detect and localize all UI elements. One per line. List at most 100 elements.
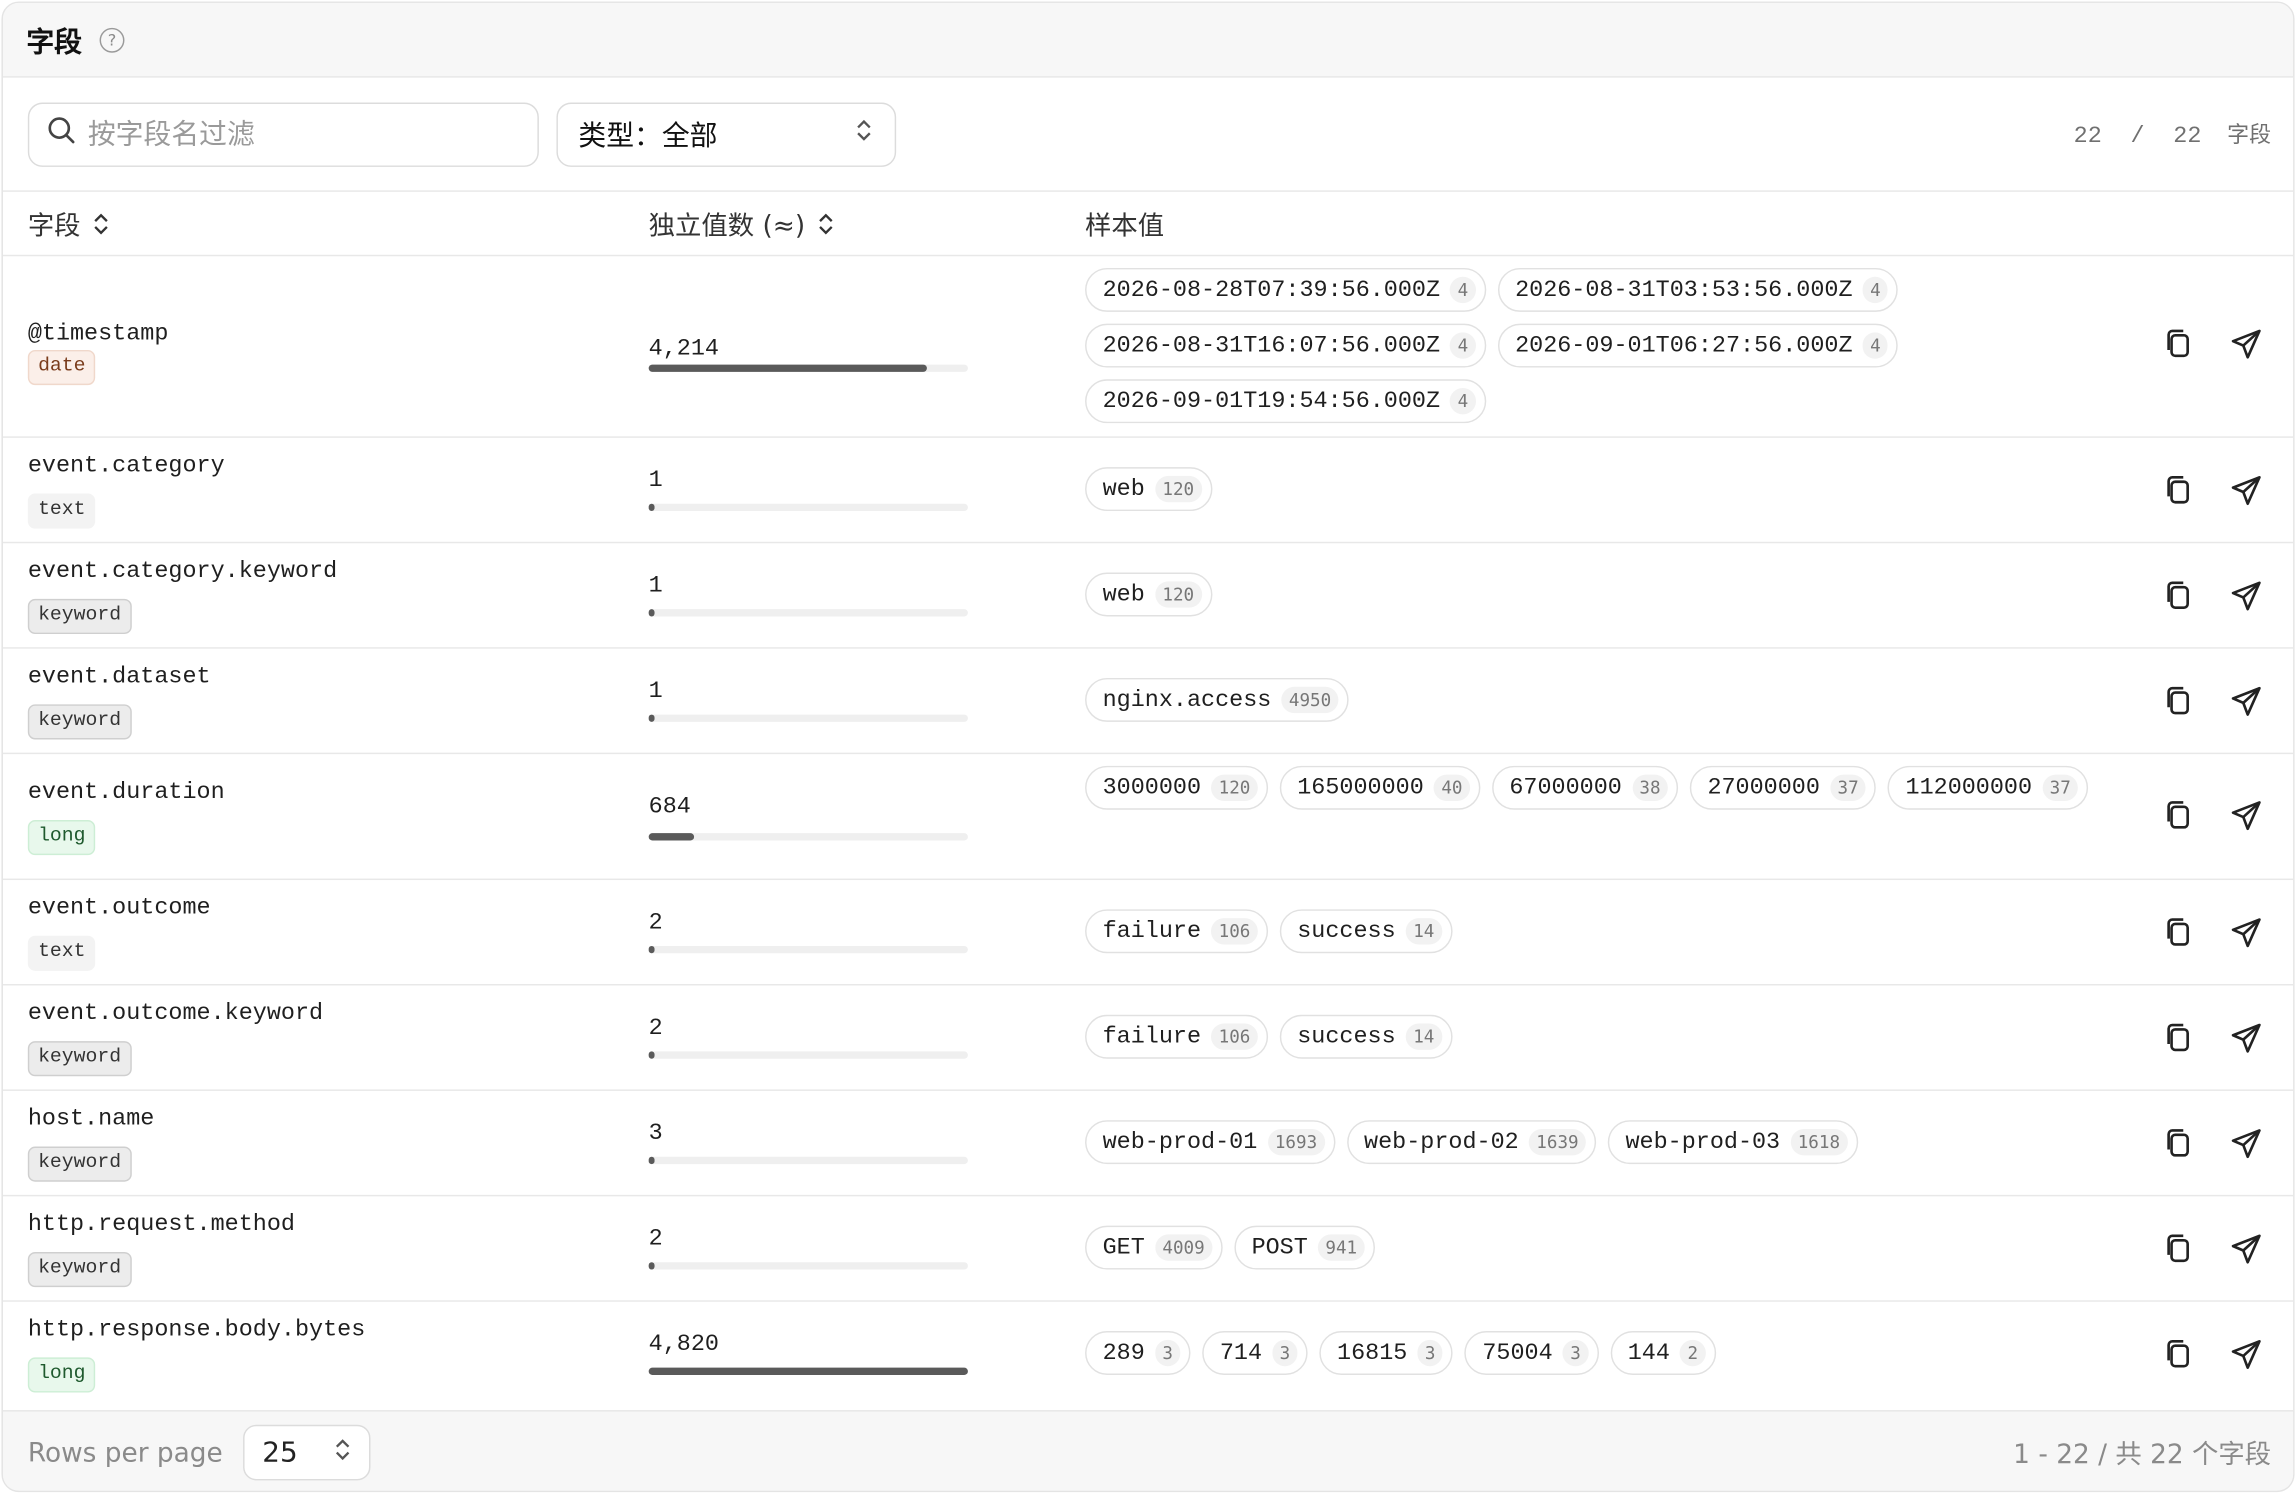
send-icon[interactable] <box>2229 1231 2264 1266</box>
copy-icon[interactable] <box>2161 798 2196 833</box>
sample-value: 112000000 <box>1905 774 2033 801</box>
cardinality-bar <box>648 503 968 512</box>
sample-value-chip[interactable]: 144 2 <box>1610 1331 1716 1375</box>
cardinality-bar-fill <box>648 1051 655 1059</box>
send-icon[interactable] <box>2229 1021 2264 1056</box>
copy-icon[interactable] <box>2161 1021 2196 1056</box>
copy-icon[interactable] <box>2161 915 2196 950</box>
sample-count: 120 <box>1155 475 1202 503</box>
sample-value-chip[interactable]: 75004 3 <box>1464 1331 1599 1375</box>
count-shown: 22 <box>2073 123 2102 150</box>
sample-count: 120 <box>1155 581 1202 608</box>
send-icon[interactable] <box>2229 327 2264 362</box>
row-actions <box>2161 915 2264 950</box>
sample-values: web-prod-01 1693 web-prod-02 1639 web-prod-0… <box>1085 1120 2095 1165</box>
sample-value-chip[interactable]: 2026-09-01T19:54:56.000Z 4 <box>1085 379 1486 424</box>
cardinality-value: 1 <box>648 677 663 705</box>
sample-count: 4 <box>1450 276 1476 304</box>
table-row: event.category text 1 web 120 <box>2 438 2294 544</box>
sample-value-chip[interactable]: POST 941 <box>1233 1225 1375 1270</box>
sample-value-chip[interactable]: 2026-08-31T16:07:56.000Z 4 <box>1085 323 1486 368</box>
sample-value-chip[interactable]: 2026-09-01T06:27:56.000Z 4 <box>1497 323 1899 368</box>
sample-value-chip[interactable]: nginx.access 4950 <box>1085 677 1349 722</box>
send-icon[interactable] <box>2229 578 2264 613</box>
copy-icon[interactable] <box>2161 1231 2196 1266</box>
column-header-field[interactable]: 字段 <box>28 204 110 242</box>
sample-count: 4009 <box>1155 1234 1213 1261</box>
column-header-cardinality[interactable]: 独立值数 (≈) <box>649 204 835 242</box>
field-filter-input[interactable] <box>87 117 498 151</box>
sample-value-chip[interactable]: success 14 <box>1279 1014 1452 1059</box>
sample-value-chip[interactable]: 2026-08-28T07:39:56.000Z 4 <box>1085 267 1486 312</box>
sample-value-chip[interactable]: 16815 3 <box>1319 1331 1454 1375</box>
rows-per-page-value: 25 <box>262 1436 298 1469</box>
copy-icon[interactable] <box>2161 1337 2196 1372</box>
send-icon[interactable] <box>2229 1126 2264 1161</box>
chevron-up-down-icon <box>334 1436 352 1468</box>
cardinality-bar-fill <box>648 833 694 841</box>
cardinality-value: 4,820 <box>648 1331 719 1358</box>
cardinality-bar-fill <box>648 503 655 512</box>
row-actions <box>2161 1337 2264 1372</box>
sample-value-chip[interactable]: 67000000 38 <box>1491 765 1679 810</box>
sample-value: 2026-08-31T16:07:56.000Z <box>1102 332 1441 359</box>
pagination-range: 1 - 22 / 共 22 个字段 <box>2013 1439 2272 1471</box>
field-type-badge: keyword <box>27 1251 132 1288</box>
sample-value-chip[interactable]: failure 106 <box>1085 909 1268 954</box>
sample-value-chip[interactable]: web-prod-03 1618 <box>1607 1120 1858 1165</box>
sample-value: 714 <box>1219 1339 1263 1367</box>
sort-icon <box>92 212 110 235</box>
cardinality-bar-fill <box>648 945 655 954</box>
sample-value-chip[interactable]: web 120 <box>1085 572 1212 617</box>
column-label: 字段 <box>27 210 81 241</box>
sample-value-chip[interactable]: 2026-08-31T03:53:56.000Z 4 <box>1497 267 1899 312</box>
count-total: 22 <box>2173 123 2202 150</box>
search-box[interactable] <box>27 101 539 167</box>
type-filter-select[interactable]: 类型：全部 <box>556 101 897 167</box>
sample-count: 941 <box>1318 1234 1365 1261</box>
sample-value-chip[interactable]: 289 3 <box>1085 1331 1191 1375</box>
cardinality-bar <box>648 945 968 954</box>
send-icon[interactable] <box>2229 915 2264 950</box>
sample-value-chip[interactable]: 27000000 37 <box>1689 765 1877 810</box>
cardinality-value: 1 <box>648 467 663 494</box>
cardinality-bar <box>648 364 968 372</box>
sample-value-chip[interactable]: 3000000 120 <box>1085 765 1268 810</box>
sample-value-chip[interactable]: GET 4009 <box>1085 1225 1223 1270</box>
field-name: http.request.method <box>27 1210 295 1238</box>
sample-value-chip[interactable]: 714 3 <box>1202 1331 1308 1375</box>
send-icon[interactable] <box>2229 798 2264 833</box>
copy-icon[interactable] <box>2161 1126 2196 1161</box>
question-circle-icon[interactable]: ? <box>99 27 125 52</box>
sample-count: 4 <box>1862 332 1888 359</box>
send-icon[interactable] <box>2229 473 2264 508</box>
copy-icon[interactable] <box>2161 473 2196 508</box>
sample-value: GET <box>1102 1234 1145 1261</box>
search-icon <box>47 116 76 153</box>
sample-value-chip[interactable]: 112000000 37 <box>1887 765 2089 810</box>
copy-icon[interactable] <box>2161 684 2196 719</box>
copy-icon[interactable] <box>2161 327 2196 362</box>
sample-count: 3 <box>1155 1339 1181 1367</box>
field-type-badge: text <box>27 493 96 529</box>
sample-values: 3000000 120 165000000 40 67000000 38 27000000 3… <box>1085 765 2095 810</box>
sample-value: nginx.access <box>1102 686 1272 714</box>
column-label: 样本值 <box>1085 210 1165 241</box>
sample-value-chip[interactable]: success 14 <box>1279 909 1452 954</box>
sample-count: 2 <box>1680 1339 1706 1367</box>
copy-icon[interactable] <box>2161 578 2196 613</box>
sample-value-chip[interactable]: web-prod-01 1693 <box>1085 1120 1335 1165</box>
sample-value-chip[interactable]: failure 106 <box>1085 1014 1268 1059</box>
sample-value: web-prod-03 <box>1625 1128 1781 1156</box>
sample-count: 14 <box>1405 1023 1442 1050</box>
sample-count: 38 <box>1632 774 1668 801</box>
count-separator: / <box>2130 123 2145 150</box>
send-icon[interactable] <box>2229 1337 2264 1372</box>
sample-value-chip[interactable]: 165000000 40 <box>1279 765 1481 810</box>
sample-value: 3000000 <box>1102 774 1202 801</box>
rows-per-page-select[interactable]: 25 <box>243 1424 371 1481</box>
send-icon[interactable] <box>2229 684 2264 719</box>
sample-value-chip[interactable]: web 120 <box>1085 467 1212 512</box>
cardinality-bar <box>648 1367 968 1375</box>
sample-value-chip[interactable]: web-prod-02 1639 <box>1346 1120 1597 1165</box>
